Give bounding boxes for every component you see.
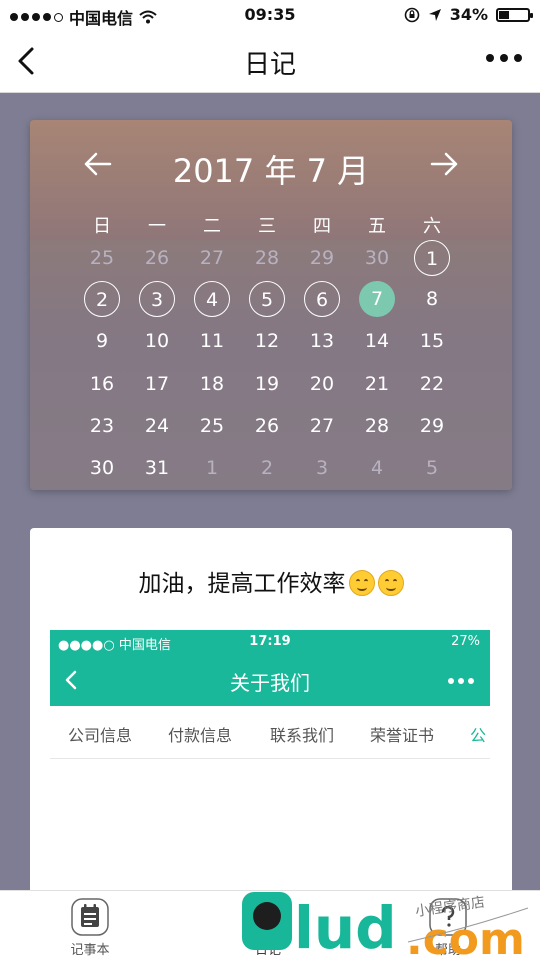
calendar-day[interactable]: 6 — [304, 281, 340, 317]
help-icon — [429, 898, 467, 936]
calendar-day[interactable]: 25 — [194, 408, 230, 444]
calendar-day[interactable]: 27 — [194, 240, 230, 276]
calendar-day[interactable]: 23 — [84, 408, 120, 444]
calendar-day[interactable]: 22 — [414, 366, 450, 402]
embed-title: 关于我们 — [230, 671, 310, 695]
calendar-day[interactable]: 26 — [139, 240, 175, 276]
page-title: 日记 — [243, 50, 296, 80]
embed-tab: 公 — [470, 726, 487, 745]
calendar-day[interactable]: 16 — [84, 366, 120, 402]
calendar-day[interactable]: 30 — [359, 240, 395, 276]
battery-icon — [496, 7, 533, 22]
tab-help[interactable]: 帮助 — [408, 897, 488, 958]
calendar-day[interactable]: 3 — [139, 281, 175, 317]
calendar-day[interactable]: 31 — [139, 450, 175, 486]
tab-bar: 记事本 日记 帮助 — [0, 890, 540, 961]
pencil-icon — [250, 899, 286, 935]
tab-help-label: 帮助 — [434, 943, 461, 958]
calendar-day[interactable]: 19 — [249, 366, 285, 402]
calendar-day[interactable]: 28 — [249, 240, 285, 276]
calendar-day[interactable]: 24 — [139, 408, 175, 444]
calendar-day[interactable]: 5 — [414, 450, 450, 486]
battery-percent: 34% — [449, 5, 488, 24]
calendar-day[interactable]: 21 — [359, 366, 395, 402]
embed-status-bar: ●●●●○ 中国电信 17:19 27% — [50, 630, 490, 654]
calendar-day[interactable]: 1 — [194, 450, 230, 486]
calendar-day[interactable]: 15 — [414, 323, 450, 359]
diary-attached-screenshot[interactable]: ●●●●○ 中国电信 17:19 27% 关于我们 公司信息 付款信息 联系我们 荣誉… — [50, 630, 490, 908]
weekday-label: 四 — [313, 216, 331, 237]
tab-diary[interactable]: 日记 — [228, 897, 308, 958]
calendar-day[interactable]: 18 — [194, 366, 230, 402]
rotation-lock-icon — [404, 7, 420, 22]
location-icon — [428, 8, 441, 21]
weekday-label: 一 — [148, 216, 166, 237]
calendar-day[interactable]: 29 — [414, 408, 450, 444]
calendar-day[interactable]: 11 — [194, 323, 230, 359]
calendar-day[interactable]: 5 — [249, 281, 285, 317]
calendar-day[interactable]: 2 — [84, 281, 120, 317]
embed-more-icon — [448, 678, 474, 684]
status-right: 34% — [404, 5, 533, 24]
embed-tab: 联系我们 — [270, 726, 335, 745]
calendar-day[interactable]: 10 — [139, 323, 175, 359]
calendar-day[interactable]: 25 — [84, 240, 120, 276]
calendar-day[interactable]: 20 — [304, 366, 340, 402]
diary-entry-text: 加油，提高工作效率 — [138, 571, 346, 597]
calendar-day[interactable]: 3 — [304, 450, 340, 486]
embed-tab: 公司信息 — [68, 726, 133, 745]
calendar-day-today[interactable]: 7 — [359, 281, 395, 317]
embed-time: 17:19 — [249, 634, 291, 649]
more-icon[interactable] — [486, 54, 522, 62]
diary-card[interactable]: 加油，提高工作效率 ●●●●○ 中国电信 17:19 27% 关于我们 公司信息… — [30, 528, 512, 908]
embed-tab: 荣誉证书 — [370, 726, 435, 745]
next-month-icon[interactable] — [426, 146, 462, 182]
smile-emoji-icon — [377, 570, 404, 596]
weekday-label: 三 — [258, 216, 276, 237]
diary-entry: 加油，提高工作效率 — [30, 564, 512, 598]
smile-emoji-icon — [348, 570, 375, 596]
embed-nav-bar: 关于我们 — [50, 654, 490, 706]
calendar-day[interactable]: 26 — [249, 408, 285, 444]
weekday-row: 日一二三四五六 — [30, 212, 512, 237]
embed-tab: 付款信息 — [168, 726, 233, 745]
calendar-day[interactable]: 13 — [304, 323, 340, 359]
calendar-day[interactable]: 8 — [414, 281, 450, 317]
calendar-day[interactable]: 2 — [249, 450, 285, 486]
embed-battery: 27% — [451, 634, 480, 649]
calendar-day[interactable]: 9 — [84, 323, 120, 359]
notepad-icon — [71, 898, 109, 936]
calendar-day[interactable]: 27 — [304, 408, 340, 444]
calendar-day[interactable]: 17 — [139, 366, 175, 402]
weekday-label: 五 — [368, 216, 386, 237]
calendar-day[interactable]: 12 — [249, 323, 285, 359]
tab-diary-label: 日记 — [254, 943, 281, 958]
calendar-day[interactable]: 29 — [304, 240, 340, 276]
nav-bar: 日记 — [0, 30, 540, 93]
weekday-label: 日 — [93, 216, 111, 237]
tab-notepad-label: 记事本 — [70, 943, 110, 958]
weekday-label: 二 — [203, 216, 221, 237]
embed-tab-bar: 公司信息 付款信息 联系我们 荣誉证书 公 — [50, 706, 490, 759]
tab-notepad[interactable]: 记事本 — [50, 897, 130, 958]
status-bar: 中国电信 09:35 34% — [0, 0, 540, 30]
calendar-day[interactable]: 14 — [359, 323, 395, 359]
battery-fill — [499, 10, 509, 19]
calendar: 2017 年 7 月 日一二三四五六 25 26 27 28 29 30 1 2 3 4 5 6 7 8 9… — [30, 120, 512, 490]
calendar-day[interactable]: 4 — [194, 281, 230, 317]
calendar-day[interactable]: 30 — [84, 450, 120, 486]
calendar-day[interactable]: 4 — [359, 450, 395, 486]
weekday-label: 六 — [423, 216, 441, 237]
calendar-day[interactable]: 1 — [414, 240, 450, 276]
calendar-day[interactable]: 28 — [359, 408, 395, 444]
